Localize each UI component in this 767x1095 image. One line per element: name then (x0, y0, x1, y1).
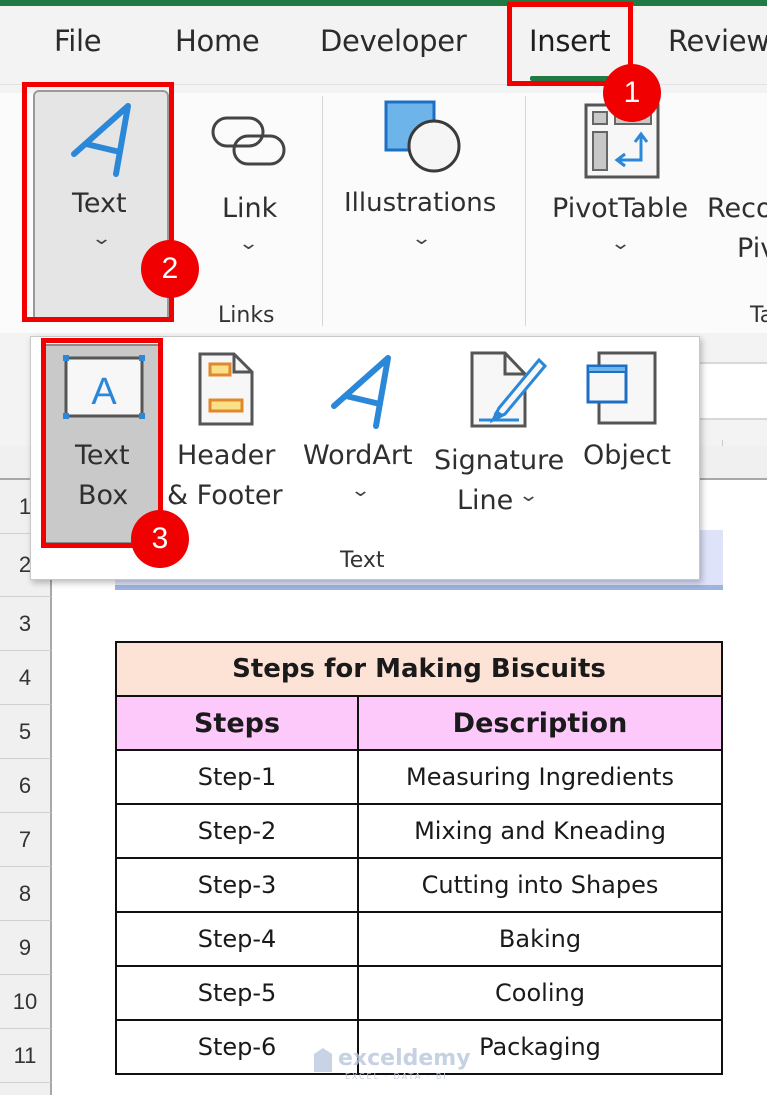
text-group-label: Text (340, 548, 385, 573)
step-badge-1: 1 (603, 64, 661, 122)
table-row: Step-4 Baking (115, 911, 723, 967)
description-cell[interactable]: Cutting into Shapes (357, 857, 723, 913)
column-header-description: Description (357, 695, 723, 751)
link-icon (211, 116, 286, 166)
chevron-down-icon: ⌄ (609, 233, 632, 254)
shapes-icon (384, 100, 461, 173)
link-button-label[interactable]: Link (222, 193, 277, 224)
chevron-down-icon: ⌄ (517, 485, 540, 506)
step-cell[interactable]: Step-4 (115, 911, 359, 967)
row-header[interactable]: 10 (0, 975, 52, 1029)
step-badge-3: 3 (131, 510, 189, 568)
step-cell[interactable]: Step-2 (115, 803, 359, 859)
wordart-label[interactable]: WordArt (303, 440, 413, 471)
signature-line-label-1[interactable]: Signature (434, 445, 564, 476)
watermark-tagline: EXCEL · DATA · BI (345, 1072, 448, 1081)
row-header[interactable]: 4 (0, 651, 52, 705)
illustrations-button-label[interactable]: Illustrations (344, 188, 496, 218)
row-header[interactable]: 5 (0, 705, 52, 759)
pivottable-button-label[interactable]: PivotTable (552, 193, 688, 224)
row-header[interactable]: 8 (0, 867, 52, 921)
row-header[interactable]: 3 (0, 597, 52, 651)
table-row: Step-2 Mixing and Kneading (115, 803, 723, 859)
row-header[interactable]: 11 (0, 1029, 52, 1083)
chevron-down-icon: ⌄ (237, 233, 260, 254)
ribbon-separator (525, 96, 526, 326)
description-cell[interactable]: Baking (357, 911, 723, 967)
table-row: Step-5 Cooling (115, 965, 723, 1021)
step-cell[interactable]: Step-1 (115, 749, 359, 805)
chevron-down-icon: ⌄ (349, 480, 372, 501)
header-footer-icon (198, 352, 254, 426)
step-badge-2: 2 (141, 240, 199, 298)
tab-review[interactable]: Review (668, 24, 767, 58)
step-cell[interactable]: Step-3 (115, 857, 359, 913)
ribbon-separator (322, 96, 323, 326)
watermark-text: exceldemy (338, 1046, 471, 1071)
description-cell[interactable]: Cooling (357, 965, 723, 1021)
row-header[interactable] (0, 1083, 52, 1095)
table-title: Steps for Making Biscuits (115, 641, 723, 697)
steps-table: Steps for Making Biscuits Steps Descript… (115, 641, 723, 1075)
description-cell[interactable]: Measuring Ingredients (357, 749, 723, 805)
column-header-steps: Steps (115, 695, 359, 751)
table-row: Step-1 Measuring Ingredients (115, 749, 723, 805)
header-footer-label-2: & Footer (167, 480, 283, 511)
description-cell[interactable]: Mixing and Kneading (357, 803, 723, 859)
object-icon (586, 351, 657, 425)
row-header[interactable]: 9 (0, 921, 52, 975)
recommended-pivot-label-2: Piv (737, 233, 767, 264)
object-label[interactable]: Object (583, 440, 671, 471)
signature-line-icon (470, 351, 547, 428)
links-group-label: Links (218, 303, 275, 328)
table-row: Step-3 Cutting into Shapes (115, 857, 723, 913)
tables-group-label: Ta (750, 303, 767, 328)
tab-developer[interactable]: Developer (320, 24, 467, 58)
row-header[interactable]: 6 (0, 759, 52, 813)
tab-file[interactable]: File (54, 24, 102, 58)
header-footer-label-1[interactable]: Header (177, 440, 275, 471)
tab-home[interactable]: Home (175, 24, 260, 58)
wordart-icon (331, 355, 391, 429)
chevron-down-icon: ⌄ (410, 228, 433, 249)
recommended-pivot-label-1[interactable]: Reco (707, 193, 767, 224)
row-header[interactable]: 7 (0, 813, 52, 867)
signature-line-label-2: Line (457, 485, 514, 516)
exceldemy-logo-icon (314, 1048, 332, 1072)
step-cell[interactable]: Step-5 (115, 965, 359, 1021)
